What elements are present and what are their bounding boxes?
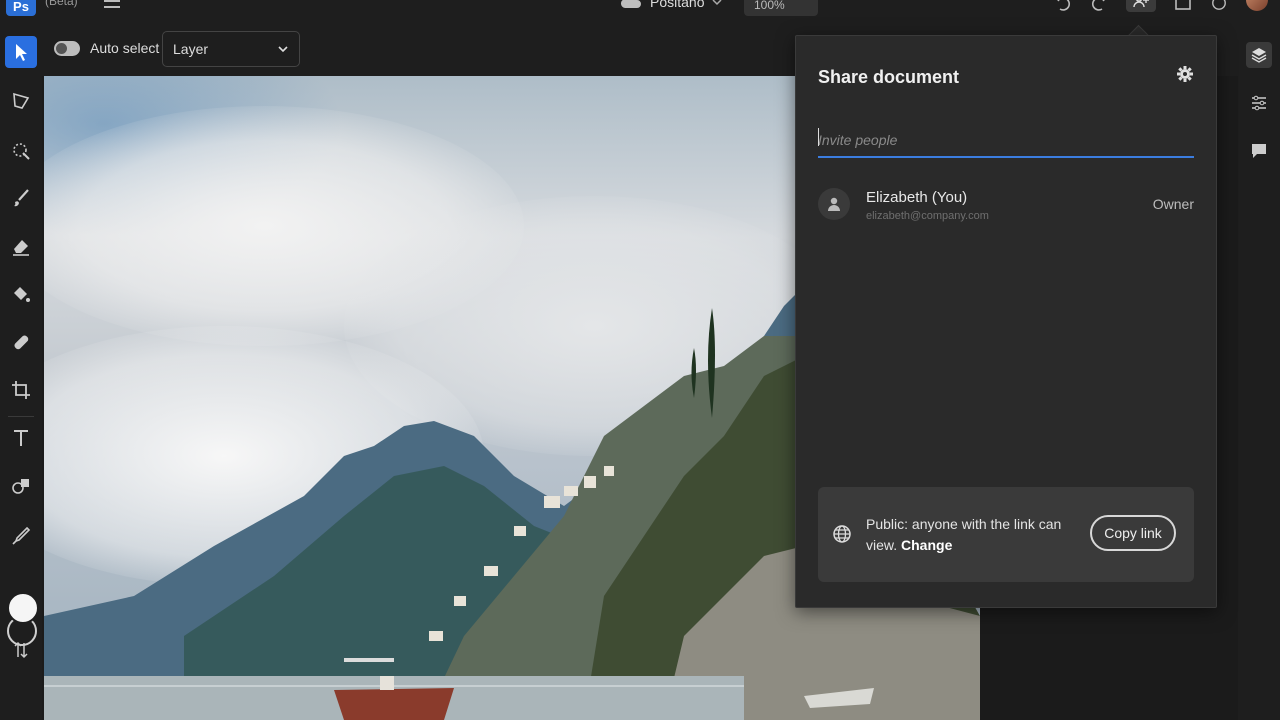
adjustments-icon [1252,95,1266,111]
paint-bucket-tool[interactable] [5,278,37,310]
eraser-icon [13,240,29,256]
help-icon[interactable] [1210,0,1228,11]
brush-tool[interactable] [5,182,37,214]
change-access-link[interactable]: Change [901,537,952,553]
invite-people-input[interactable] [818,124,1194,158]
chevron-down-icon [712,0,723,6]
globe-icon [833,525,851,543]
layers-icon [1251,48,1267,63]
person-name: Elizabeth (You) [866,189,968,206]
lasso-tool[interactable] [5,85,37,117]
share-button[interactable] [1126,0,1156,12]
tools-divider [8,416,34,417]
move-tool[interactable] [5,36,37,68]
public-access-box: Public: anyone with the link can view. C… [818,487,1194,582]
layer-select-value: Layer [173,41,209,57]
shapes-icon [12,479,29,494]
comments-button[interactable] [1246,138,1272,164]
person-role: Owner [1152,196,1194,212]
type-icon [14,430,28,446]
quick-select-tool[interactable] [5,134,37,166]
zoom-value: 100% [754,0,785,12]
shapes-tool[interactable] [5,470,37,502]
redo-icon[interactable] [1090,0,1108,11]
swap-colors-tool[interactable] [5,634,37,666]
gear-icon[interactable] [1176,65,1194,83]
app-logo[interactable]: Ps [6,0,36,16]
share-title: Share document [818,67,960,87]
adjustments-button[interactable] [1246,90,1272,116]
right-panel-bar [1238,24,1280,720]
document-title-text: Positano [650,0,705,10]
beta-label: (Beta) [45,0,78,8]
person-avatar [818,188,850,220]
type-tool[interactable] [5,422,37,454]
user-avatar[interactable] [1246,0,1268,11]
eyedropper-icon [12,526,31,545]
public-access-text: Public: anyone with the link can view. C… [866,514,1066,556]
foreground-color-swatch[interactable] [7,592,39,624]
eraser-tool[interactable] [5,230,37,262]
comments-icon [1252,144,1266,158]
healing-tool[interactable] [5,326,37,358]
add-user-icon [1133,0,1149,8]
menu-icon[interactable] [104,0,120,10]
move-icon [16,44,27,61]
healing-icon [14,335,29,350]
quick-select-icon [13,143,30,160]
document-title[interactable]: Positano [620,0,723,10]
zoom-select[interactable]: 100% [744,0,818,16]
header-actions [1054,0,1268,12]
person-email: elizabeth@company.com [866,210,989,222]
public-access-description: Public: anyone with the link can view. [866,516,1062,553]
tools-panel [0,24,42,720]
undo-icon[interactable] [1054,0,1072,11]
user-icon [828,197,840,211]
layer-select[interactable]: Layer [162,31,300,67]
copy-link-button[interactable]: Copy link [1090,515,1176,551]
paint-bucket-icon [14,287,30,302]
chevron-down-icon [278,46,288,53]
window-icon[interactable] [1174,0,1192,11]
auto-select-label: Auto select [90,40,160,56]
layers-button[interactable] [1246,42,1272,68]
auto-select-toggle[interactable] [54,41,80,56]
app-header: Ps (Beta) Positano 100% [0,0,1280,24]
share-popover: Share document Elizabeth (You) elizabeth… [795,35,1217,608]
eyedropper-tool[interactable] [5,520,37,552]
brush-icon [14,189,29,207]
crop-tool[interactable] [5,374,37,406]
text-cursor [818,128,819,146]
swap-colors-icon [14,641,28,659]
lasso-icon [13,92,30,109]
cloud-check-icon [620,0,641,8]
share-person-row: Elizabeth (You) elizabeth@company.com Ow… [818,186,1194,226]
crop-icon [12,381,30,399]
